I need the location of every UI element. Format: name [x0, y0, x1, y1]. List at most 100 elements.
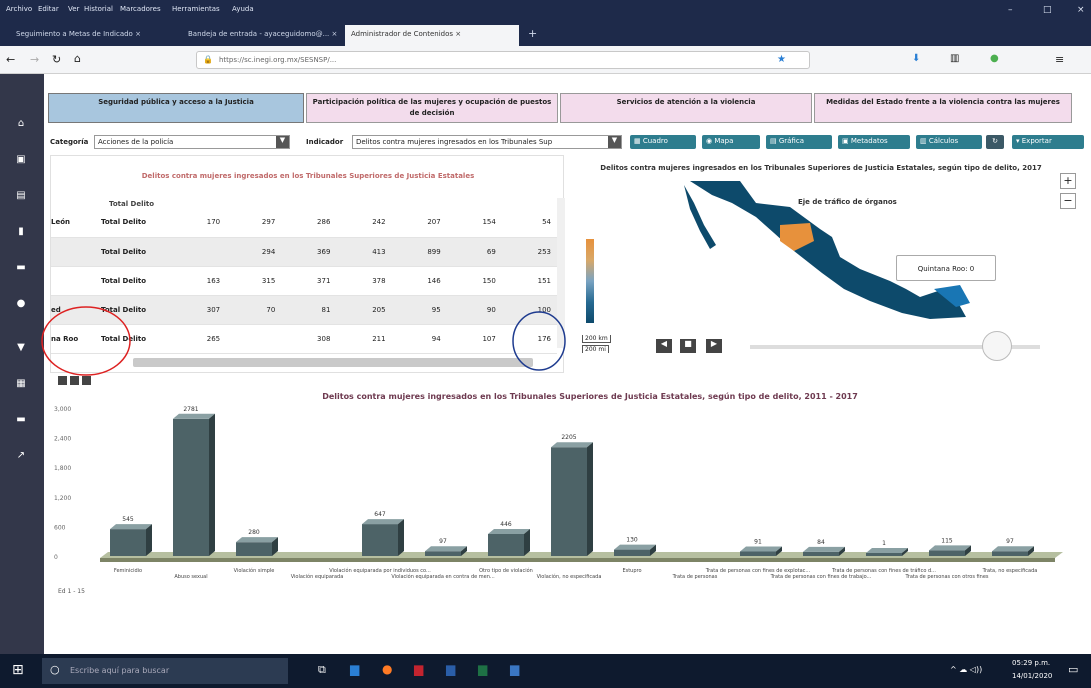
powerpoint-icon[interactable]: ▆: [414, 662, 423, 676]
library-icon[interactable]: ▥: [950, 53, 959, 64]
cuadro-button[interactable]: ▦ Cuadro: [630, 135, 696, 149]
bar: [803, 551, 839, 556]
metadatos-button[interactable]: ▣ Metadatos: [838, 135, 910, 149]
table-row[interactable]: Total Delito 163 315 371 378 146 150 151: [51, 266, 557, 296]
extension-icon[interactable]: ●: [990, 53, 999, 64]
chart-floor-edge: [100, 558, 1055, 562]
firefox-icon[interactable]: ●: [382, 662, 392, 676]
category-select-value: Acciones de la policía: [98, 138, 174, 146]
chart-icon[interactable]: ↗: [15, 450, 27, 461]
table-cell-value: 205: [336, 295, 392, 325]
menu-archivo[interactable]: Archivo: [6, 5, 32, 13]
table-cell-value: 253: [501, 237, 557, 267]
bar-value-label: 446: [500, 521, 512, 528]
table-cell-value: 207: [391, 208, 447, 238]
table-row[interactable]: León Total Delito 170 297 286 242 207 154 54: [51, 208, 557, 238]
taskbar-search[interactable]: ○ Escribe aquí para buscar: [42, 658, 288, 684]
close-window-icon[interactable]: ×: [1077, 5, 1085, 15]
menu-ayuda[interactable]: Ayuda: [232, 5, 254, 13]
grafica-button[interactable]: ▤ Gráfica: [766, 135, 832, 149]
home-icon[interactable]: ⌂: [15, 118, 27, 129]
play-forward-icon[interactable]: ▶: [706, 339, 722, 353]
home-nav-icon[interactable]: ⌂: [74, 52, 81, 65]
chevron-down-icon[interactable]: ▼: [276, 136, 289, 148]
pause-icon[interactable]: ■: [680, 339, 696, 353]
exportar-button[interactable]: ▾ Exportar: [1012, 135, 1084, 149]
download-icon[interactable]: ⬇: [912, 53, 920, 64]
category-label: Violación equiparada en contra de men...: [391, 573, 495, 580]
back-icon[interactable]: ←: [6, 53, 15, 66]
bar: [614, 549, 650, 556]
chevron-down-icon[interactable]: ▼: [608, 136, 621, 148]
browser-tab[interactable]: Seguimiento a Metas de Indicado ×: [10, 25, 178, 46]
forward-icon[interactable]: →: [30, 53, 39, 66]
zoom-out-button[interactable]: −: [1060, 193, 1076, 209]
table-cell-value: 69: [446, 237, 502, 267]
bar-value-label: 130: [626, 537, 638, 544]
windows-taskbar: ⊞ ○ Escribe aquí para buscar ⧉ ▆ ● ▆ ▆ ▆…: [0, 654, 1091, 688]
calendar-icon[interactable]: ▤: [15, 190, 27, 201]
button-label: Cuadro: [642, 137, 668, 145]
list-icon[interactable]: ▦: [15, 378, 27, 389]
mapa-button[interactable]: ◉ Mapa: [702, 135, 760, 149]
user-icon[interactable]: ▼: [15, 342, 27, 353]
y-tick-label: 2,400: [54, 436, 71, 443]
map-baja-california[interactable]: [684, 185, 716, 249]
table-cell-value: 154: [446, 208, 502, 238]
category-tab-medidas[interactable]: Medidas del Estado frente a la violencia…: [814, 93, 1072, 123]
url-text: https://sc.inegi.org.mx/SESNSP/...: [219, 56, 337, 64]
category-tab-seguridad[interactable]: Seguridad pública y acceso a la Justicia: [48, 93, 304, 123]
refresh-icon[interactable]: ↻: [986, 135, 1004, 149]
play-back-icon[interactable]: ◀: [656, 339, 672, 353]
maximize-icon[interactable]: □: [1043, 5, 1052, 15]
menu-historial[interactable]: Historial: [84, 5, 113, 13]
dashboard-icon[interactable]: ▣: [15, 154, 27, 165]
year-slider-handle[interactable]: [982, 331, 1012, 361]
table-cell-value: 371: [281, 266, 337, 296]
bookmark-star-icon[interactable]: ★: [777, 54, 786, 65]
calculos-button[interactable]: ▥ Cálculos: [916, 135, 982, 149]
category-tab-participacion[interactable]: Participación política de las mujeres y …: [306, 93, 558, 123]
lock-icon: 🔒: [203, 55, 213, 64]
document-icon[interactable]: ▮: [15, 226, 27, 237]
table-cell-label: Total Delito: [101, 266, 171, 296]
table-cell-value: 308: [281, 324, 337, 354]
notifications-icon[interactable]: ▭: [1068, 663, 1078, 676]
table-horizontal-scrollbar[interactable]: [133, 358, 533, 367]
reload-icon[interactable]: ↻: [52, 53, 61, 66]
table-cell-state: [51, 266, 101, 296]
category-select[interactable]: Acciones de la policía ▼: [94, 135, 290, 149]
windows-start-icon[interactable]: ⊞: [12, 662, 24, 678]
chart-view-icon[interactable]: [70, 376, 79, 385]
globe-icon[interactable]: ●: [15, 298, 27, 309]
category-tab-servicios[interactable]: Servicios de atención a la violencia: [560, 93, 812, 123]
zoom-in-button[interactable]: +: [1060, 173, 1076, 189]
category-label: Violación, no especificada: [537, 573, 602, 580]
table-row[interactable]: Total Delito 294 369 413 899 69 253: [51, 237, 557, 267]
system-tray-icons[interactable]: ^ ☁ ◁)): [950, 665, 982, 674]
address-bar[interactable]: 🔒 https://sc.inegi.org.mx/SESNSP/... ★: [196, 51, 810, 69]
app-icon[interactable]: ▆: [510, 662, 519, 676]
browser-tab-active[interactable]: Administrador de Contenidos ×: [345, 25, 519, 46]
task-view-icon[interactable]: ⧉: [318, 663, 326, 677]
map-land[interactable]: [690, 181, 966, 319]
bar: [173, 418, 209, 556]
menu-editar[interactable]: Editar: [38, 5, 59, 13]
menu-marcadores[interactable]: Marcadores: [120, 5, 161, 13]
file-explorer-icon[interactable]: ▆: [350, 662, 359, 676]
menu-ver[interactable]: Ver: [68, 5, 79, 13]
table-cell-value: 54: [501, 208, 557, 238]
briefcase-icon[interactable]: ▬: [15, 262, 27, 273]
menu-herramientas[interactable]: Herramientas: [172, 5, 220, 13]
chart-view-icon[interactable]: [58, 376, 67, 385]
chart-view-icon[interactable]: [82, 376, 91, 385]
hamburger-menu-icon[interactable]: ≡: [1055, 53, 1064, 66]
mail-icon[interactable]: ▬: [15, 414, 27, 425]
category-label: Trata de personas con fines de tráfico d…: [831, 567, 936, 574]
minimize-icon[interactable]: –: [1008, 5, 1013, 15]
word-icon[interactable]: ▆: [446, 662, 455, 676]
browser-tab[interactable]: Bandeja de entrada - ayaceguidomo@... ×: [182, 25, 342, 46]
indicator-select[interactable]: Delitos contra mujeres ingresados en los…: [352, 135, 622, 149]
excel-icon[interactable]: ▆: [478, 662, 487, 676]
new-tab-icon[interactable]: +: [522, 25, 542, 46]
